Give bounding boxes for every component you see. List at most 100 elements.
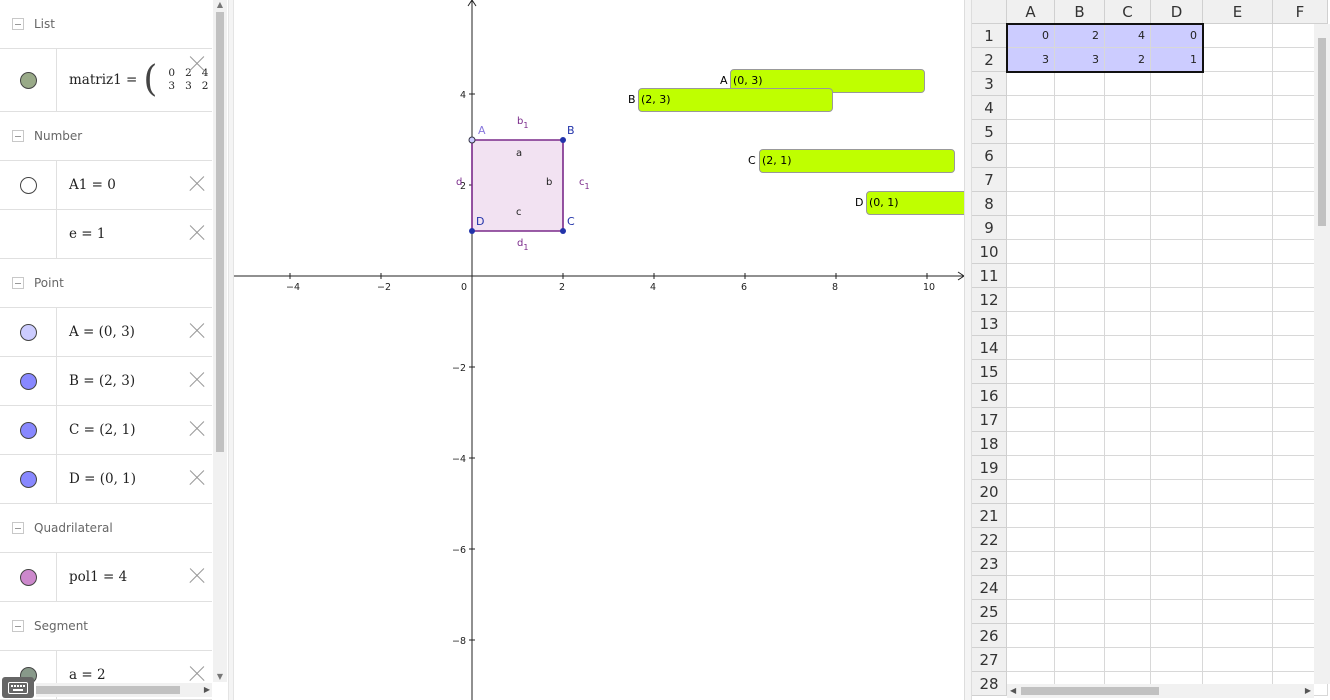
spreadsheet-cell[interactable] [1055, 264, 1105, 288]
spreadsheet-cell[interactable]: 2 [1055, 24, 1105, 48]
spreadsheet-cell[interactable] [1203, 480, 1273, 504]
spreadsheet-cell[interactable] [1151, 576, 1203, 600]
spreadsheet-cell[interactable] [1055, 456, 1105, 480]
spreadsheet-cell[interactable] [1007, 120, 1055, 144]
category-point[interactable]: Point [0, 259, 212, 308]
spreadsheet-cell[interactable] [1203, 192, 1273, 216]
spreadsheet-cell[interactable] [1055, 384, 1105, 408]
keyboard-icon[interactable] [2, 677, 34, 698]
visibility-toggle-icon[interactable] [19, 71, 37, 89]
spreadsheet-cell[interactable] [1203, 384, 1273, 408]
spreadsheet-cell[interactable] [1151, 504, 1203, 528]
spreadsheet-cell[interactable] [1105, 552, 1151, 576]
spreadsheet-cell[interactable] [1151, 624, 1203, 648]
spreadsheet-cell[interactable] [1007, 168, 1055, 192]
spreadsheet-cell[interactable] [1105, 408, 1151, 432]
column-header-A[interactable]: A [1007, 0, 1055, 24]
spreadsheet-cell[interactable] [1203, 312, 1273, 336]
spreadsheet-cell[interactable] [1203, 624, 1273, 648]
spreadsheet-vertical-scrollbar[interactable] [1314, 24, 1330, 684]
collapse-icon[interactable] [12, 522, 24, 534]
spreadsheet-cell[interactable] [1105, 624, 1151, 648]
point-box-B[interactable]: (2, 3) [638, 88, 833, 112]
spreadsheet-cell[interactable] [1007, 192, 1055, 216]
row-header[interactable]: 13 [972, 312, 1007, 336]
row-header[interactable]: 5 [972, 120, 1007, 144]
spreadsheet-cell[interactable] [1105, 384, 1151, 408]
delete-icon[interactable] [188, 371, 206, 389]
spreadsheet-cell[interactable] [1007, 624, 1055, 648]
spreadsheet-cell[interactable] [1105, 432, 1151, 456]
spreadsheet-cell[interactable] [1203, 144, 1273, 168]
collapse-icon[interactable] [12, 620, 24, 632]
spreadsheet-cell[interactable] [1007, 600, 1055, 624]
row-header[interactable]: 7 [972, 168, 1007, 192]
spreadsheet-cell[interactable] [1203, 288, 1273, 312]
collapse-icon[interactable] [12, 130, 24, 142]
spreadsheet-cell[interactable] [1203, 408, 1273, 432]
spreadsheet-cell[interactable] [1203, 600, 1273, 624]
scroll-down-icon[interactable]: ▼ [213, 672, 227, 682]
spreadsheet-cell[interactable]: 4 [1105, 24, 1151, 48]
spreadsheet-cell[interactable]: 0 [1007, 24, 1055, 48]
row-header[interactable]: 21 [972, 504, 1007, 528]
spreadsheet-cell[interactable] [1055, 336, 1105, 360]
spreadsheet-cell[interactable] [1203, 96, 1273, 120]
spreadsheet-cell[interactable] [1203, 48, 1273, 72]
algebra-item-B[interactable]: B = (2, 3) [0, 357, 212, 406]
row-header[interactable]: 27 [972, 648, 1007, 672]
spreadsheet-cell[interactable] [1055, 408, 1105, 432]
spreadsheet-cell[interactable] [1055, 480, 1105, 504]
spreadsheet-cell[interactable] [1203, 552, 1273, 576]
spreadsheet-cell[interactable] [1105, 96, 1151, 120]
delete-icon[interactable] [188, 224, 206, 242]
spreadsheet-cell[interactable] [1151, 552, 1203, 576]
visibility-toggle-icon[interactable] [19, 323, 37, 341]
spreadsheet-cell[interactable] [1055, 240, 1105, 264]
spreadsheet-cell[interactable] [1007, 432, 1055, 456]
spreadsheet-cell[interactable] [1007, 528, 1055, 552]
spreadsheet-cell[interactable] [1151, 216, 1203, 240]
row-header[interactable]: 12 [972, 288, 1007, 312]
scrollbar-thumb[interactable] [1318, 38, 1326, 226]
spreadsheet-cell[interactable] [1203, 72, 1273, 96]
column-header-C[interactable]: C [1105, 0, 1151, 24]
spreadsheet-cell[interactable] [1203, 576, 1273, 600]
algebra-horizontal-scrollbar[interactable]: ▶ [36, 683, 212, 697]
spreadsheet-cell[interactable] [1151, 600, 1203, 624]
spreadsheet-cell[interactable] [1007, 288, 1055, 312]
delete-icon[interactable] [188, 469, 206, 487]
spreadsheet-cell[interactable] [1007, 264, 1055, 288]
delete-icon[interactable] [188, 420, 206, 438]
spreadsheet-cell[interactable] [1105, 480, 1151, 504]
scrollbar-thumb[interactable] [1021, 687, 1159, 695]
scroll-right-icon[interactable]: ▶ [204, 683, 210, 697]
row-header[interactable]: 2 [972, 48, 1007, 72]
spreadsheet-cell[interactable] [1007, 408, 1055, 432]
spreadsheet-cell[interactable] [1055, 144, 1105, 168]
spreadsheet-cell[interactable] [1203, 528, 1273, 552]
spreadsheet-cell[interactable] [1151, 360, 1203, 384]
spreadsheet-cell[interactable] [1007, 72, 1055, 96]
scrollbar-thumb[interactable] [36, 686, 180, 694]
scroll-up-icon[interactable]: ▲ [213, 0, 227, 10]
row-header[interactable]: 9 [972, 216, 1007, 240]
spreadsheet-cell[interactable] [1151, 240, 1203, 264]
spreadsheet-cell[interactable] [1203, 24, 1273, 48]
spreadsheet-cell[interactable] [1007, 216, 1055, 240]
category-quadrilateral[interactable]: Quadrilateral [0, 504, 212, 553]
row-header[interactable]: 24 [972, 576, 1007, 600]
spreadsheet-cell[interactable] [1105, 192, 1151, 216]
spreadsheet-cell[interactable] [1151, 120, 1203, 144]
row-header[interactable]: 17 [972, 408, 1007, 432]
spreadsheet-cell[interactable] [1203, 168, 1273, 192]
point-A[interactable] [468, 136, 476, 144]
row-header[interactable]: 25 [972, 600, 1007, 624]
spreadsheet-cell[interactable] [1105, 216, 1151, 240]
spreadsheet-cell[interactable]: 3 [1055, 48, 1105, 72]
graphics-canvas[interactable]: −4 −2 0 2 4 6 8 10 42−2−4−6−8 A B C D a b c d b… [234, 0, 968, 700]
spreadsheet-cell[interactable] [1151, 72, 1203, 96]
graphics-view[interactable]: −4 −2 0 2 4 6 8 10 4 2 −2 −4 −6 −8 A B C D a b c d b… [234, 0, 968, 700]
point-D[interactable] [469, 228, 475, 234]
spreadsheet-cell[interactable]: 2 [1105, 48, 1151, 72]
